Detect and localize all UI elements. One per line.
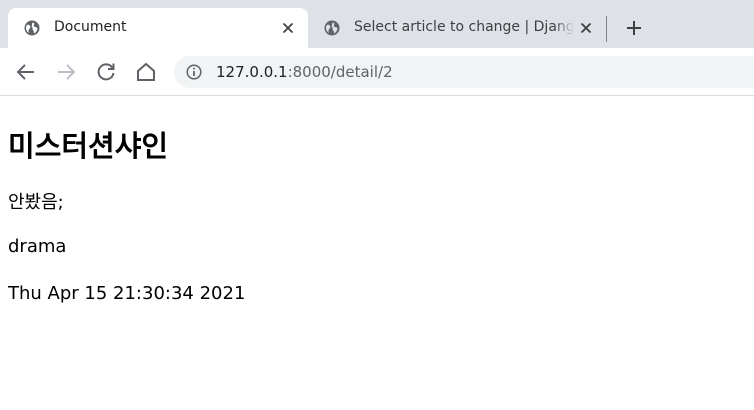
tab-separator [606,16,607,42]
home-icon[interactable] [134,60,158,84]
close-icon[interactable] [578,20,594,36]
review-text: 안봤음; [8,192,64,213]
back-arrow-icon[interactable] [14,60,38,84]
tab-title: Select article to change | Django site a… [354,19,574,35]
tab-document[interactable]: Document [8,8,308,48]
genre-text: drama [8,236,67,257]
forward-arrow-icon[interactable] [54,60,78,84]
url-path: :8000/detail/2 [287,63,393,81]
info-icon[interactable] [186,64,202,80]
new-tab-plus-icon[interactable] [624,18,644,38]
page-heading: 미스터션샤인 [8,129,169,163]
address-bar[interactable]: 127.0.0.1:8000/detail/2 [174,56,754,88]
url-text[interactable]: 127.0.0.1:8000/detail/2 [216,63,393,81]
tab-title: Document [54,19,127,35]
globe-icon [324,20,340,36]
reload-icon[interactable] [94,60,118,84]
tab-django-admin[interactable]: Select article to change | Django site a… [308,8,604,48]
browser-toolbar: 127.0.0.1:8000/detail/2 [0,48,754,96]
tab-strip: Document Select article to change | Djan… [0,0,754,48]
close-icon[interactable] [280,20,296,36]
globe-icon [24,20,40,36]
date-text: Thu Apr 15 21:30:34 2021 [8,283,246,304]
url-host: 127.0.0.1 [216,63,288,81]
